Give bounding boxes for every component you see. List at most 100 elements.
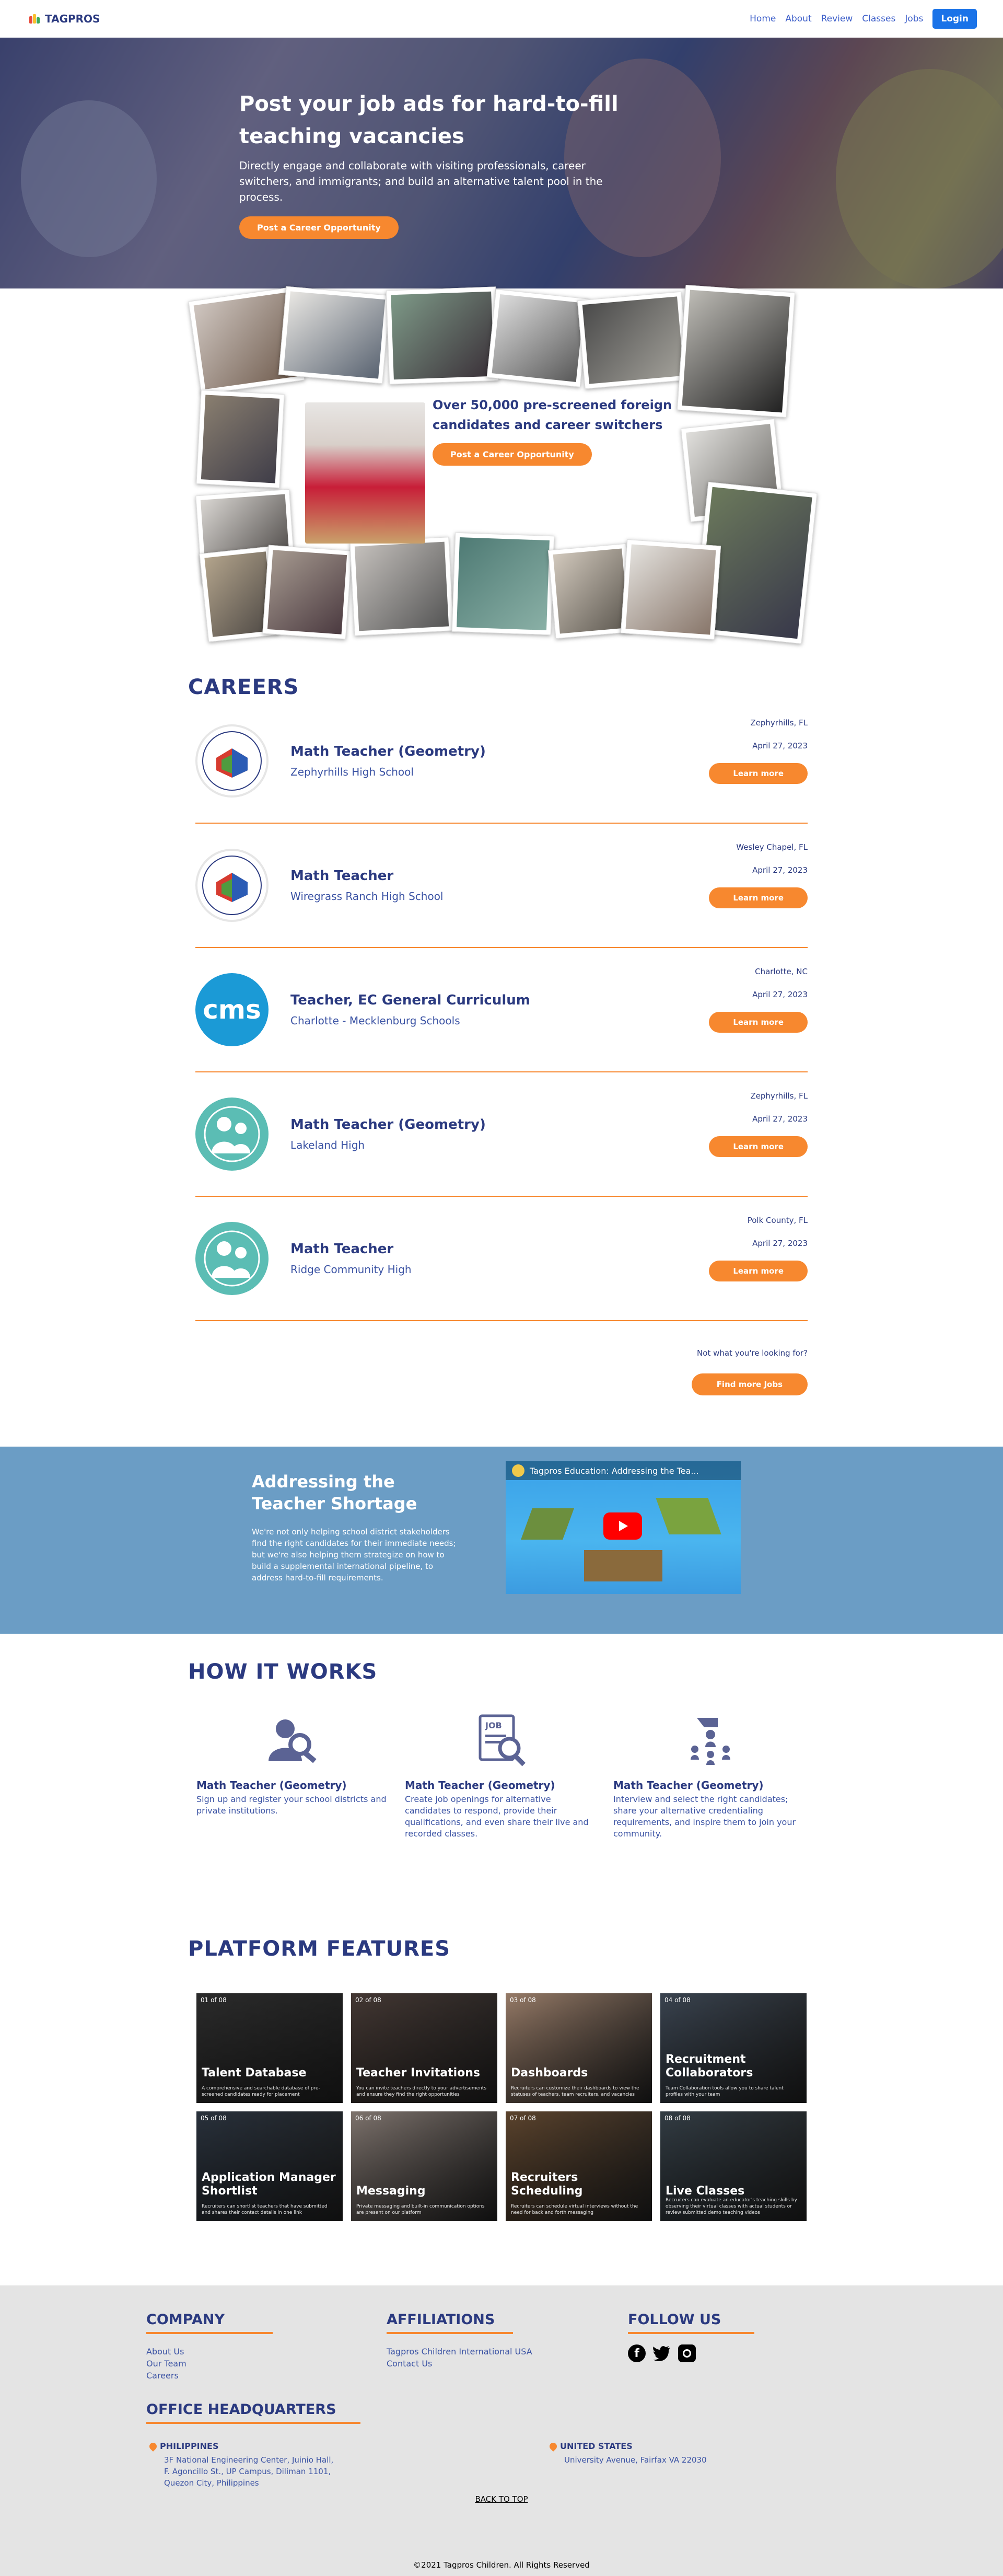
learn-more-button[interactable]: Learn more <box>709 1012 808 1033</box>
footer-link-careers[interactable]: Careers <box>146 2370 273 2382</box>
footer-office: OFFICE HEADQUARTERS <box>146 2401 360 2424</box>
nav-link-about[interactable]: About <box>785 14 811 24</box>
feature-card-title: Messaging <box>356 2185 426 2198</box>
cms-logo-text: cms <box>203 995 261 1025</box>
office-country: PHILIPPINES <box>160 2441 219 2451</box>
feature-card[interactable]: 08 of 08 Live Classes Recruiters can evalu… <box>660 2111 807 2221</box>
candidate-photo <box>577 291 690 389</box>
feature-card-title: Recruitment Collaborators <box>666 2053 753 2080</box>
back-to-top-link[interactable]: BACK TO TOP <box>0 2494 1003 2504</box>
candidate-photo <box>349 537 454 636</box>
feature-grid: 01 of 08 Talent Database A comprehensive a… <box>188 1993 815 2221</box>
job-date: April 27, 2023 <box>752 865 808 875</box>
feature-card[interactable]: 06 of 08 Messaging Private messaging and b… <box>351 2111 497 2221</box>
job-location: Polk County, FL <box>747 1216 808 1225</box>
shortage-body: We're not only helping school district s… <box>252 1527 456 1582</box>
learn-more-button[interactable]: Learn more <box>709 1136 808 1157</box>
tagpros-logo-icon <box>29 13 41 25</box>
how-step-body: Sign up and register your school distric… <box>196 1794 387 1816</box>
job-location: Wesley Chapel, FL <box>736 842 808 852</box>
feature-card[interactable]: 03 of 08 Dashboards Recruiters can customi… <box>506 1993 652 2103</box>
hero-title: Post your job ads for hard-to-fill teach… <box>239 92 619 148</box>
feature-card-desc: Recruiters can evaluate an educator's te… <box>666 2198 797 2215</box>
office-address: 3F National Engineering Center, Juinio H… <box>164 2455 334 2488</box>
footer-link-our-team[interactable]: Our Team <box>146 2358 273 2370</box>
how-step: Math Teacher (Geometry) Sign up and regi… <box>196 1709 390 1840</box>
feature-card-desc: You can invite teachers directly to your… <box>356 2086 487 2097</box>
svg-text:JOB: JOB <box>485 1720 502 1730</box>
more-jobs-question: Not what you're looking for? <box>697 1348 808 1358</box>
feature-card[interactable]: 05 of 08 Application Manager Shortlist Rec… <box>196 2111 343 2221</box>
learn-more-button[interactable]: Learn more <box>709 763 808 784</box>
instagram-icon[interactable] <box>678 2344 696 2362</box>
footer-link-contact-us[interactable]: Contact Us <box>387 2358 532 2370</box>
feature-card-title: Teacher Invitations <box>356 2066 481 2080</box>
how-step-body: Create job openings for alternative cand… <box>405 1794 589 1839</box>
site-footer: COMPANY About Us Our Team Careers AFFILI… <box>0 2285 1003 2576</box>
office-address: University Avenue, Fairfax VA 22030 <box>564 2455 707 2465</box>
office-philippines: PHILIPPINES 3F National Engineering Cent… <box>148 2441 369 2489</box>
how-step-title: Math Teacher (Geometry) <box>196 1779 347 1792</box>
more-jobs-section: Not what you're looking for? Find more J… <box>0 1321 1003 1447</box>
nav-link-review[interactable]: Review <box>821 14 853 24</box>
candidate-photo <box>278 286 391 384</box>
learn-more-button[interactable]: Learn more <box>709 1261 808 1281</box>
platform-features-section: PLATFORM FEATURES 01 of 08 Talent Databas… <box>0 1937 1003 2285</box>
job-listing[interactable]: Math Teacher Ridge Community High Polk C… <box>195 1197 808 1321</box>
collage-post-opportunity-button[interactable]: Post a Career Opportunity <box>433 443 592 466</box>
nav-link-jobs[interactable]: Jobs <box>905 14 923 24</box>
nav-link-classes[interactable]: Classes <box>862 14 895 24</box>
candidate-photo <box>486 289 590 387</box>
featured-teacher-photo <box>305 402 425 544</box>
job-listing[interactable]: Math Teacher Wiregrass Ranch High School… <box>195 824 808 948</box>
candidate-photo <box>451 532 555 636</box>
youtube-play-icon[interactable] <box>603 1512 642 1540</box>
location-pin-icon <box>148 2441 158 2452</box>
platform-features-heading: PLATFORM FEATURES <box>188 1937 450 1961</box>
job-listing[interactable]: cms Teacher, EC General Curriculum Charl… <box>195 948 808 1072</box>
footer-follow: FOLLOW US f <box>628 2312 754 2362</box>
candidate-photo <box>386 286 499 385</box>
feature-card-desc: Team Collaboration tools allow you to sh… <box>666 2086 784 2097</box>
footer-link-tagpros-usa[interactable]: Tagpros Children International USA <box>387 2346 532 2358</box>
candidate-photo <box>677 284 796 418</box>
how-step-title: Math Teacher (Geometry) <box>405 1779 555 1792</box>
how-it-works-heading: HOW IT WORKS <box>188 1660 378 1684</box>
nav-links: Home About Review Classes Jobs Login <box>750 9 977 29</box>
login-button[interactable]: Login <box>932 9 977 29</box>
video-title[interactable]: Tagpros Education: Addressing the Tea... <box>530 1466 699 1476</box>
feature-card-title: Application Manager Shortlist <box>202 2171 336 2198</box>
teacher-shortage-section: Addressing the Teacher Shortage We're no… <box>0 1447 1003 1634</box>
nav-link-home[interactable]: Home <box>750 14 776 24</box>
teacher-figures-logo <box>195 1098 269 1171</box>
job-document-search-icon: JOB <box>405 1709 598 1772</box>
brand-logo[interactable]: TAGPROS <box>29 13 100 25</box>
copyright: ©2021 Tagpros Children. All Rights Reser… <box>413 2560 590 2570</box>
collage-callout: Over 50,000 pre-screened foreign candida… <box>433 395 673 466</box>
feature-card[interactable]: 07 of 08 Recruiters Scheduling Recruiters … <box>506 2111 652 2221</box>
office-united-states: UNITED STATES University Avenue, Fairfax… <box>548 2441 748 2466</box>
feature-card[interactable]: 01 of 08 Talent Database A comprehensive a… <box>196 1993 343 2103</box>
video-player[interactable]: Tagpros Education: Addressing the Tea... <box>506 1461 741 1594</box>
footer-company: COMPANY About Us Our Team Careers <box>146 2312 273 2382</box>
feature-card-desc: Recruiters can shortlist teachers that h… <box>202 2204 328 2215</box>
how-it-works-section: HOW IT WORKS Math Teacher (Geometry) Sig… <box>0 1634 1003 1937</box>
twitter-icon[interactable] <box>653 2344 671 2362</box>
footer-office-heading: OFFICE HEADQUARTERS <box>146 2401 360 2424</box>
collage-title: Over 50,000 pre-screened foreign candida… <box>433 398 672 432</box>
hero-content: Post your job ads for hard-to-fill teach… <box>239 88 709 239</box>
footer-link-about-us[interactable]: About Us <box>146 2346 273 2358</box>
find-more-jobs-button[interactable]: Find more Jobs <box>691 1373 808 1395</box>
feature-card[interactable]: 02 of 08 Teacher Invitations You can invit… <box>351 1993 497 2103</box>
facebook-icon[interactable]: f <box>628 2344 646 2362</box>
job-listing[interactable]: Math Teacher (Geometry) Lakeland High Ze… <box>195 1072 808 1197</box>
how-step-title: Math Teacher (Geometry) <box>613 1779 764 1792</box>
shortage-title: Addressing the Teacher Shortage <box>252 1472 417 1514</box>
hero-post-opportunity-button[interactable]: Post a Career Opportunity <box>239 216 399 239</box>
feature-card[interactable]: 04 of 08 Recruitment Collaborators Team Co… <box>660 1993 807 2103</box>
candidate-photo <box>620 539 721 640</box>
channel-avatar-icon <box>512 1464 524 1477</box>
job-listing[interactable]: Math Teacher (Geometry) Zephyrhills High… <box>195 699 808 824</box>
job-date: April 27, 2023 <box>752 1114 808 1124</box>
learn-more-button[interactable]: Learn more <box>709 887 808 908</box>
